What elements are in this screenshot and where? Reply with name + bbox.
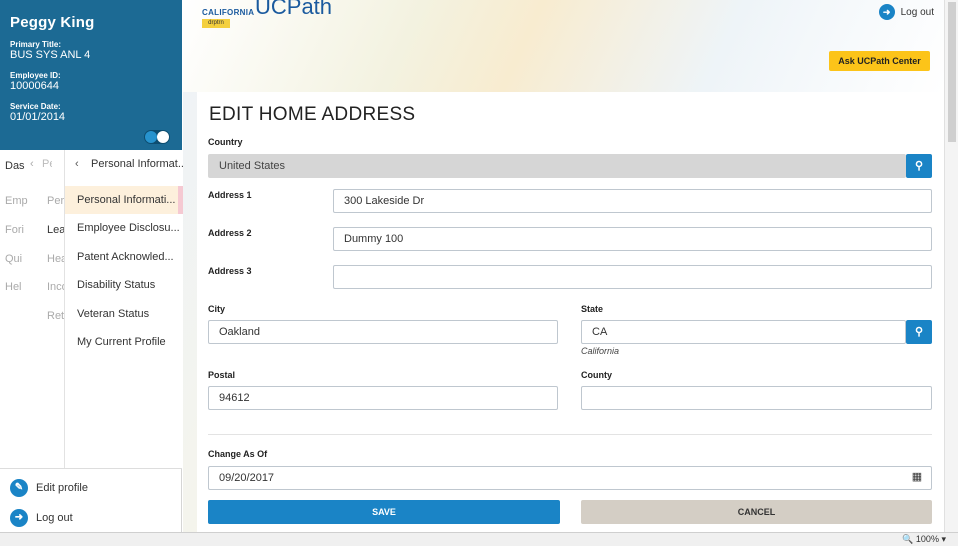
primary-title-value: BUS SYS ANL 4 <box>10 49 91 61</box>
edit-profile-link[interactable]: ✎ Edit profile <box>10 477 88 499</box>
sidebar-item-personal-information[interactable]: Personal Informati... <box>65 186 183 214</box>
log-out-label: Log out <box>36 512 73 524</box>
address3-field[interactable] <box>333 265 932 289</box>
address3-label: Address 3 <box>208 266 252 276</box>
service-date-value: 01/01/2014 <box>10 111 66 123</box>
postal-field[interactable]: 94612 <box>208 386 558 410</box>
sidebar-bottom-links: ✎ Edit profile ➜ Log out <box>0 468 182 532</box>
app-logo: UCPath <box>255 0 333 19</box>
postal-label: Postal <box>208 370 236 380</box>
primary-title-label: Primary Title: <box>10 40 61 49</box>
profile-card: Peggy King Primary Title: BUS SYS ANL 4 … <box>0 0 182 150</box>
state-field[interactable]: CA <box>581 320 906 344</box>
country-field[interactable]: United States <box>208 154 906 178</box>
address1-label: Address 1 <box>208 190 252 200</box>
logo-state-text: CALIFORNIA <box>202 8 255 17</box>
sidebar-item-disability-status[interactable]: Disability Status <box>65 271 183 299</box>
log-out-link[interactable]: ➜ Log out <box>10 507 73 529</box>
zoom-value: 100% <box>915 534 939 544</box>
calendar-icon[interactable]: ▦ <box>911 471 923 483</box>
country-search-button[interactable]: ⚲ <box>906 154 932 178</box>
service-date-label: Service Date: <box>10 102 61 111</box>
logo-environment-tag: drptrn <box>202 19 230 28</box>
ask-ucpath-center-button[interactable]: Ask UCPath Center <box>829 51 930 71</box>
header-logout-label: Log out <box>900 6 934 18</box>
city-label: City <box>208 304 226 314</box>
sidebar-item-veteran-status[interactable]: Veteran Status <box>65 300 183 328</box>
address2-field[interactable]: Dummy 100 <box>333 227 932 251</box>
toggle-dot-icon <box>145 131 157 143</box>
change-as-of-value: 09/20/2017 <box>219 472 275 484</box>
county-field[interactable] <box>581 386 932 410</box>
state-description: California <box>581 346 620 356</box>
toggle-knob <box>157 131 169 143</box>
state-search-button[interactable]: ⚲ <box>906 320 932 344</box>
country-label: Country <box>208 137 243 147</box>
logout-icon: ➜ <box>878 4 895 20</box>
employee-name: Peggy King <box>10 14 95 31</box>
back-personal-info[interactable]: Personal Informat... <box>91 150 187 178</box>
scrollbar-thumb[interactable] <box>948 2 956 142</box>
state-label: State <box>581 304 604 314</box>
edit-address-form: EDIT HOME ADDRESS Country United States … <box>197 92 944 532</box>
nav1-item-help[interactable]: Hel <box>5 281 22 293</box>
sidebar-item-patent-acknowledgement[interactable]: Patent Acknowled... <box>65 243 183 271</box>
employee-id-label: Employee ID: <box>10 71 61 80</box>
sidebar-item-employee-disclosure[interactable]: Employee Disclosu... <box>65 214 183 242</box>
change-as-of-field[interactable]: 09/20/2017 ▦ <box>208 466 932 490</box>
county-label: County <box>581 370 612 380</box>
sidebar-item-my-current-profile[interactable]: My Current Profile <box>65 328 183 356</box>
back-chevron-1-icon[interactable]: ‹ <box>30 150 34 178</box>
page-title: EDIT HOME ADDRESS <box>209 104 416 125</box>
pencil-icon: ✎ <box>10 479 28 497</box>
zoom-icon: 🔍 <box>902 534 914 544</box>
change-as-of-label: Change As Of <box>208 449 268 459</box>
chevron-down-icon: ▾ <box>941 534 946 544</box>
employee-id-value: 10000644 <box>10 80 59 92</box>
profile-toggle[interactable] <box>144 130 170 144</box>
header: CALIFORNIA drptrn UCPath ➜ Log out Ask U… <box>183 0 944 92</box>
search-icon: ⚲ <box>914 326 924 338</box>
header-logout-button[interactable]: ➜ Log out <box>878 4 934 20</box>
sidebar: Peggy King Primary Title: BUS SYS ANL 4 … <box>0 0 187 532</box>
search-icon: ⚲ <box>914 160 924 172</box>
nav1-item-employee[interactable]: Emp <box>5 195 28 207</box>
form-divider <box>208 434 932 435</box>
city-field[interactable]: Oakland <box>208 320 558 344</box>
browser-status-bar: 🔍 100% ▾ <box>0 532 958 546</box>
nav1-item-dashboard[interactable]: Das <box>5 160 25 172</box>
address1-field[interactable]: 300 Lakeside Dr <box>333 189 932 213</box>
back-chevron-icon[interactable]: ‹ <box>75 150 79 178</box>
vertical-scrollbar[interactable] <box>944 0 958 532</box>
cancel-button[interactable]: CANCEL <box>581 500 932 524</box>
nav1-item-forms[interactable]: Fori <box>5 224 24 236</box>
logout-icon: ➜ <box>10 509 28 527</box>
nav-level-3: ‹ Personal Informat... Personal Informat… <box>64 150 187 468</box>
save-button[interactable]: SAVE <box>208 500 560 524</box>
nav1-item-quick[interactable]: Qui <box>5 253 22 265</box>
main-content: CALIFORNIA drptrn UCPath ➜ Log out Ask U… <box>183 0 944 532</box>
zoom-level[interactable]: 🔍 100% ▾ <box>902 534 946 545</box>
edit-profile-label: Edit profile <box>36 482 88 494</box>
address2-label: Address 2 <box>208 228 252 238</box>
